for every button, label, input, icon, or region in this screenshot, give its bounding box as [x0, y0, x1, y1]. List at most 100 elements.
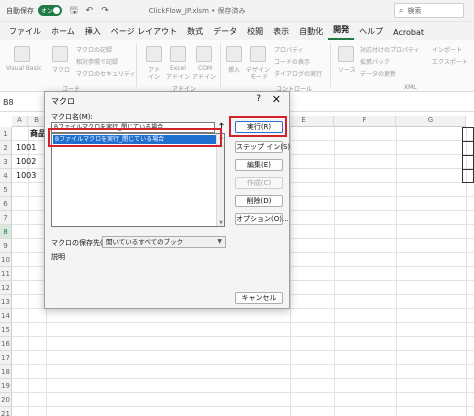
expansion-packs-button[interactable]: 拡張パック [360, 57, 390, 66]
source-button[interactable]: ソース [338, 65, 356, 74]
com-addins-button[interactable]: COM [198, 65, 212, 72]
row-header[interactable]: 5 [0, 183, 12, 197]
options-button[interactable]: オプション(O)... [235, 213, 289, 225]
row-header[interactable]: 1 [0, 127, 12, 141]
row-header[interactable]: 11 [0, 267, 12, 281]
addins-icon[interactable] [146, 46, 162, 62]
tab-view[interactable]: 表示 [268, 26, 294, 40]
row-header[interactable]: 10 [0, 253, 12, 267]
row-header[interactable]: 4 [0, 169, 12, 183]
design-mode-icon[interactable] [250, 46, 266, 62]
tab-review[interactable]: 校閲 [242, 26, 268, 40]
row-header[interactable]: 19 [0, 379, 12, 393]
tab-automate[interactable]: 自動化 [294, 26, 328, 40]
column-header-f[interactable]: F [334, 116, 396, 127]
column-header-g[interactable]: G [396, 116, 466, 127]
source-icon[interactable] [338, 46, 354, 62]
map-properties-button[interactable]: 対応付けのプロパティ [360, 45, 420, 54]
run-dialog-button[interactable]: ダイアログの実行 [274, 69, 322, 78]
tab-formulas[interactable]: 数式 [182, 26, 208, 40]
macro-list[interactable]: Bファイルマクロを実行_閉じている場合 ▲ ▼ [51, 133, 225, 227]
search-input[interactable]: ⌕ 検索 [394, 3, 464, 18]
group-xml-label: XML [404, 84, 417, 91]
name-box[interactable]: B8 [3, 98, 14, 107]
scroll-down-icon[interactable]: ▼ [217, 220, 225, 226]
row-header[interactable]: 9 [0, 239, 12, 253]
properties-button[interactable]: プロパティ [274, 45, 304, 54]
row-header[interactable]: 7 [0, 211, 12, 225]
macro-button[interactable]: マクロ [52, 65, 70, 74]
highlight-box-macro [48, 128, 222, 147]
border-line [462, 169, 474, 170]
location-value: 開いているすべてのブック [106, 238, 184, 246]
tab-file[interactable]: ファイル [4, 26, 46, 40]
cell-value[interactable]: 1001 [14, 141, 36, 155]
cell-value[interactable]: 1003 [14, 169, 36, 183]
tab-developer[interactable]: 開発 [328, 24, 355, 40]
undo-icon[interactable]: ↶ [86, 6, 94, 16]
row-header[interactable]: 8 [0, 225, 12, 239]
row-header[interactable]: 13 [0, 295, 12, 309]
tab-help[interactable]: ヘルプ [354, 26, 388, 40]
tab-acrobat[interactable]: Acrobat [388, 28, 429, 40]
cell-value[interactable]: 1002 [14, 155, 36, 169]
view-code-button[interactable]: コードの表示 [274, 57, 310, 66]
row-header[interactable]: 12 [0, 281, 12, 295]
tab-insert[interactable]: 挿入 [80, 26, 106, 40]
export-button[interactable]: エクスポート [432, 57, 468, 66]
location-select[interactable]: 開いているすべてのブック ▼ [102, 236, 226, 248]
visual-basic-icon[interactable] [14, 46, 30, 62]
row-header[interactable]: 17 [0, 351, 12, 365]
ribbon-separator [330, 43, 331, 87]
macro-security-button[interactable]: マクロのセキュリティ [76, 69, 136, 78]
delete-button[interactable]: 削除(D) [235, 195, 283, 207]
addins-button-line2: イン [148, 74, 161, 81]
ribbon-separator [220, 43, 221, 87]
row-header[interactable]: 15 [0, 323, 12, 337]
step-into-button[interactable]: ステップ イン(S) [235, 141, 290, 153]
row-header[interactable]: 16 [0, 337, 12, 351]
macro-dialog: マクロ ? ✕ マクロ名(M): Bファイルマクロを実行_閉じている場合 🡑 B… [44, 91, 290, 309]
refresh-data-button[interactable]: データの更新 [360, 69, 396, 78]
insert-control-icon[interactable] [226, 46, 242, 62]
row-header[interactable]: 18 [0, 365, 12, 379]
import-button[interactable]: インポート [432, 45, 462, 54]
visual-basic-button[interactable]: Visual Basic [6, 65, 42, 72]
relative-ref-button[interactable]: 相対参照で記録 [76, 57, 118, 66]
column-header-a[interactable]: A [12, 116, 28, 127]
close-icon[interactable]: ✕ [272, 93, 281, 106]
row-header[interactable]: 20 [0, 393, 12, 407]
tab-page-layout[interactable]: ページ レイアウト [106, 26, 182, 40]
redo-icon[interactable]: ↷ [101, 6, 109, 16]
excel-addins-button-line2: アドイン [166, 74, 191, 81]
edit-button[interactable]: 編集(E) [235, 159, 283, 171]
description-box [51, 260, 225, 300]
autosave-label: 自動保存 [6, 6, 34, 15]
list-scrollbar[interactable]: ▲ ▼ [216, 134, 224, 226]
row-header[interactable]: 3 [0, 155, 12, 169]
cancel-button[interactable]: キャンセル [235, 292, 283, 304]
row-header[interactable]: 14 [0, 309, 12, 323]
search-icon: ⌕ [399, 5, 404, 15]
grid-row-line [12, 364, 474, 365]
grid-column-line [334, 127, 335, 416]
grid-row-line [12, 378, 474, 379]
excel-addins-icon[interactable] [170, 46, 186, 62]
com-addins-icon[interactable] [196, 46, 212, 62]
insert-control-button[interactable]: 挿入 [228, 65, 240, 74]
tab-home[interactable]: ホーム [46, 26, 80, 40]
row-header[interactable]: 6 [0, 197, 12, 211]
chevron-down-icon: ▼ [217, 238, 222, 245]
help-icon[interactable]: ? [256, 94, 261, 104]
excel-addins-button[interactable]: Excel [170, 65, 186, 72]
tab-data[interactable]: データ [208, 26, 242, 40]
macro-icon[interactable] [52, 46, 68, 62]
dialog-title: マクロ [51, 97, 75, 106]
grid-row-line [12, 336, 474, 337]
record-macro-button[interactable]: マクロの記録 [76, 45, 112, 54]
save-icon[interactable]: 🖫 [70, 3, 78, 19]
autosave-toggle[interactable]: オン [38, 5, 62, 16]
row-header[interactable]: 2 [0, 141, 12, 155]
create-button[interactable]: 作成(C) [235, 177, 283, 189]
row-header[interactable]: 21 [0, 407, 12, 416]
